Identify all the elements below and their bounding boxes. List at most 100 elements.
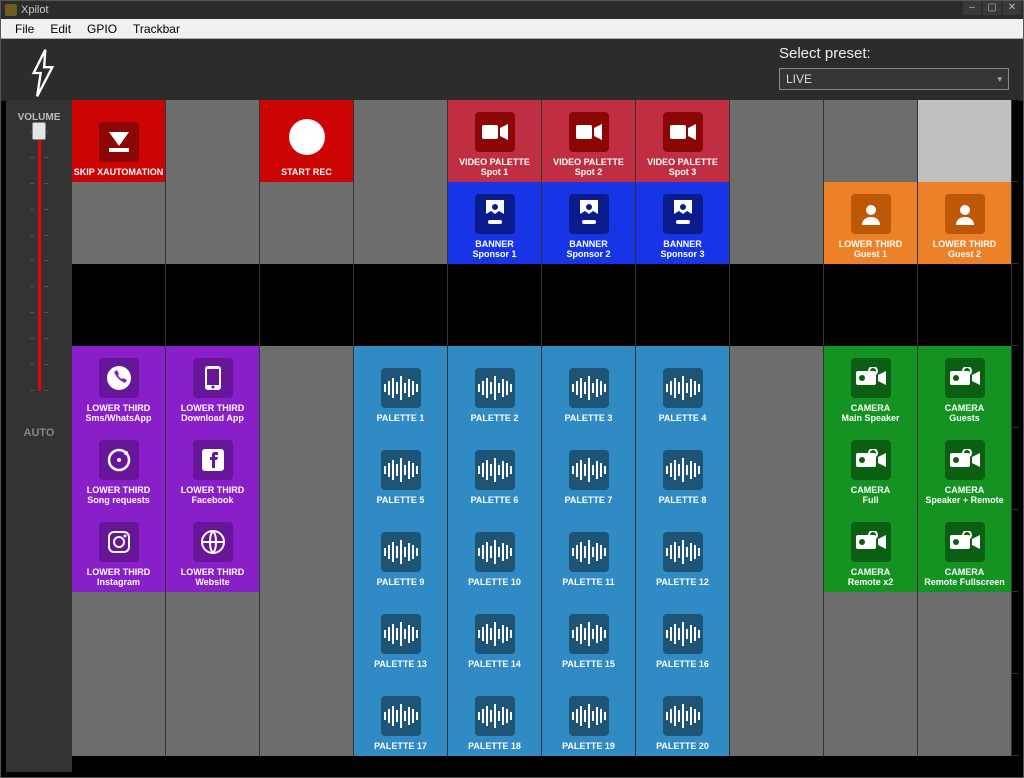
menu-edit[interactable]: Edit — [42, 22, 79, 36]
btn-palette-17[interactable]: PALETTE 17 — [354, 674, 448, 756]
cell-2-6 — [636, 264, 730, 346]
btn-palette-7[interactable]: PALETTE 7 — [542, 428, 636, 510]
btn-palette-2[interactable]: PALETTE 2 — [448, 346, 542, 428]
wave-icon — [381, 696, 421, 736]
btn-lower-third-guest-1[interactable]: LOWER THIRDGuest 1 — [824, 182, 918, 264]
cell-title: PALETTE 20 — [656, 742, 709, 752]
chevron-down-icon: ▾ — [997, 74, 1002, 85]
btn-lt-sms[interactable]: LOWER THIRDSms/WhatsApp — [72, 346, 166, 428]
cell-title: PALETTE 7 — [565, 496, 613, 506]
btn-palette-5[interactable]: PALETTE 5 — [354, 428, 448, 510]
btn-palette-9[interactable]: PALETTE 9 — [354, 510, 448, 592]
wave-icon — [663, 532, 703, 572]
btn-cam-guests[interactable]: CAMERAGuests — [918, 346, 1012, 428]
maximize-button[interactable]: ▢ — [983, 1, 1001, 15]
cell-title: PALETTE 15 — [562, 660, 615, 670]
cell-title: PALETTE 19 — [562, 742, 615, 752]
btn-palette-20[interactable]: PALETTE 20 — [636, 674, 730, 756]
wave-icon — [663, 614, 703, 654]
btn-palette-18[interactable]: PALETTE 18 — [448, 674, 542, 756]
cell-title: SKIP XAUTOMATION — [74, 168, 164, 178]
cell-2-4 — [448, 264, 542, 346]
btn-lt-download[interactable]: LOWER THIRDDownload App — [166, 346, 260, 428]
banner-person-icon — [663, 194, 703, 234]
btn-palette-8[interactable]: PALETTE 8 — [636, 428, 730, 510]
titlebar: Xpilot – ▢ ✕ — [1, 1, 1023, 19]
btn-palette-19[interactable]: PALETTE 19 — [542, 674, 636, 756]
volume-track[interactable] — [38, 131, 41, 391]
wave-icon — [475, 368, 515, 408]
cell-subtitle: Facebook — [191, 496, 233, 506]
cell-2-3 — [354, 264, 448, 346]
btn-palette-4[interactable]: PALETTE 4 — [636, 346, 730, 428]
app-icon — [5, 4, 17, 16]
wave-icon — [569, 614, 609, 654]
btn-cam-speaker-remote[interactable]: CAMERASpeaker + Remote — [918, 428, 1012, 510]
cell-7-2 — [260, 674, 354, 756]
cell-subtitle: Spot 1 — [481, 168, 509, 178]
cell-subtitle: Sponsor 3 — [660, 250, 704, 260]
btn-video-palette-1[interactable]: VIDEO PALETTESpot 1 — [448, 100, 542, 182]
btn-lt-facebook[interactable]: LOWER THIRDFacebook — [166, 428, 260, 510]
btn-start-rec[interactable]: START REC — [260, 100, 354, 182]
btn-banner-2[interactable]: BANNERSponsor 2 — [542, 182, 636, 264]
volume-thumb[interactable] — [32, 122, 46, 140]
cell-subtitle: Sms/WhatsApp — [85, 414, 151, 424]
btn-cam-remote-x2[interactable]: CAMERARemote x2 — [824, 510, 918, 592]
wave-icon — [663, 696, 703, 736]
camera-icon — [851, 358, 891, 398]
menu-gpio[interactable]: GPIO — [79, 22, 125, 36]
wave-icon — [569, 450, 609, 490]
camera-icon — [945, 358, 985, 398]
btn-cam-remote-full[interactable]: CAMERARemote Fullscreen — [918, 510, 1012, 592]
btn-skip-xautomation[interactable]: SKIP XAUTOMATION — [72, 100, 166, 182]
btn-palette-12[interactable]: PALETTE 12 — [636, 510, 730, 592]
btn-palette-1[interactable]: PALETTE 1 — [354, 346, 448, 428]
cell-7-9 — [918, 674, 1012, 756]
btn-cam-full[interactable]: CAMERAFull — [824, 428, 918, 510]
btn-palette-15[interactable]: PALETTE 15 — [542, 592, 636, 674]
camera-icon — [945, 522, 985, 562]
btn-banner-1[interactable]: BANNERSponsor 1 — [448, 182, 542, 264]
btn-lt-song[interactable]: LOWER THIRDSong requests — [72, 428, 166, 510]
auto-label: AUTO — [24, 427, 55, 439]
menu-trackbar[interactable]: Trackbar — [125, 22, 188, 36]
menu-file[interactable]: File — [7, 22, 42, 36]
close-button[interactable]: ✕ — [1003, 1, 1021, 15]
btn-palette-11[interactable]: PALETTE 11 — [542, 510, 636, 592]
btn-lt-website[interactable]: LOWER THIRDWebsite — [166, 510, 260, 592]
cell-6-1 — [166, 592, 260, 674]
window-title: Xpilot — [21, 4, 49, 16]
bolt-icon — [29, 49, 57, 97]
btn-palette-3[interactable]: PALETTE 3 — [542, 346, 636, 428]
minimize-button[interactable]: – — [963, 1, 981, 15]
cell-2-2 — [260, 264, 354, 346]
btn-palette-13[interactable]: PALETTE 13 — [354, 592, 448, 674]
btn-lt-instagram[interactable]: LOWER THIRDInstagram — [72, 510, 166, 592]
preset-select[interactable]: LIVE ▾ — [779, 68, 1009, 90]
cell-1-0 — [72, 182, 166, 264]
btn-banner-3[interactable]: BANNERSponsor 3 — [636, 182, 730, 264]
body: VOLUME AUTO SKIP XAUTOMATIONSTART RECVID… — [6, 100, 1018, 772]
cell-subtitle: Full — [863, 496, 879, 506]
preset-panel: Select preset: LIVE ▾ — [779, 45, 1009, 90]
cell-0-3 — [354, 100, 448, 182]
cell-6-7 — [730, 592, 824, 674]
video-cam-icon — [663, 112, 703, 152]
cell-5-2 — [260, 510, 354, 592]
cell-subtitle: Spot 3 — [669, 168, 697, 178]
cell-7-0 — [72, 674, 166, 756]
btn-palette-16[interactable]: PALETTE 16 — [636, 592, 730, 674]
btn-palette-10[interactable]: PALETTE 10 — [448, 510, 542, 592]
cell-title: PALETTE 16 — [656, 660, 709, 670]
btn-video-palette-2[interactable]: VIDEO PALETTESpot 2 — [542, 100, 636, 182]
btn-palette-14[interactable]: PALETTE 14 — [448, 592, 542, 674]
btn-palette-6[interactable]: PALETTE 6 — [448, 428, 542, 510]
btn-lower-third-guest-2[interactable]: LOWER THIRDGuest 2 — [918, 182, 1012, 264]
cell-2-1 — [166, 264, 260, 346]
btn-cam-main[interactable]: CAMERAMain Speaker — [824, 346, 918, 428]
btn-video-palette-3[interactable]: VIDEO PALETTESpot 3 — [636, 100, 730, 182]
cell-4-2 — [260, 428, 354, 510]
cell-4-7 — [730, 428, 824, 510]
video-cam-icon — [475, 112, 515, 152]
